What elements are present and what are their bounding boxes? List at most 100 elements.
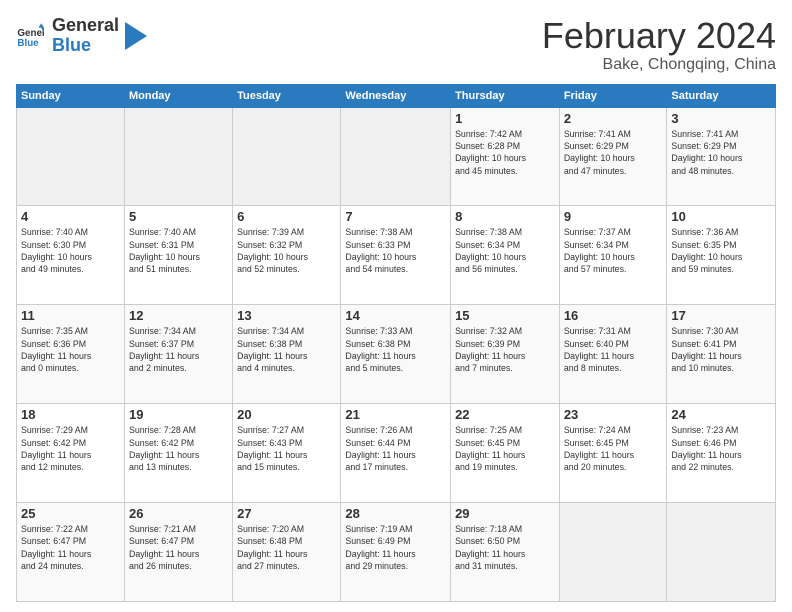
sub-title: Bake, Chongqing, China bbox=[542, 56, 776, 74]
day-info: Sunrise: 7:29 AMSunset: 6:42 PMDaylight:… bbox=[21, 424, 120, 473]
header-tuesday: Tuesday bbox=[233, 84, 341, 107]
day-info: Sunrise: 7:37 AMSunset: 6:34 PMDaylight:… bbox=[564, 226, 663, 275]
day-info: Sunrise: 7:38 AMSunset: 6:33 PMDaylight:… bbox=[345, 226, 446, 275]
day-info: Sunrise: 7:36 AMSunset: 6:35 PMDaylight:… bbox=[671, 226, 771, 275]
day-number: 17 bbox=[671, 308, 771, 323]
calendar-cell: 22Sunrise: 7:25 AMSunset: 6:45 PMDayligh… bbox=[451, 404, 560, 503]
day-info: Sunrise: 7:23 AMSunset: 6:46 PMDaylight:… bbox=[671, 424, 771, 473]
calendar-cell: 21 Sunrise: 7:26 AMSunset: 6:44 PMDayligh… bbox=[341, 404, 451, 503]
day-info: Sunrise: 7:34 AMSunset: 6:38 PMDaylight:… bbox=[237, 325, 336, 374]
day-info: Sunrise: 7:34 AMSunset: 6:37 PMDaylight:… bbox=[129, 325, 228, 374]
calendar-cell bbox=[559, 503, 667, 602]
page-header: General Blue General Blue February 2024 … bbox=[16, 16, 776, 74]
title-block: February 2024 Bake, Chongqing, China bbox=[542, 16, 776, 74]
day-info: Sunrise: 7:26 AMSunset: 6:44 PMDaylight:… bbox=[345, 424, 446, 473]
header-wednesday: Wednesday bbox=[341, 84, 451, 107]
calendar-cell: 9 Sunrise: 7:37 AMSunset: 6:34 PMDaylight… bbox=[559, 206, 667, 305]
calendar-cell: 11 Sunrise: 7:35 AMSunset: 6:36 PMDayligh… bbox=[17, 305, 125, 404]
day-info: Sunrise: 7:40 AMSunset: 6:30 PMDaylight:… bbox=[21, 226, 120, 275]
day-number: 10 bbox=[671, 209, 771, 224]
calendar-cell: 15 Sunrise: 7:32 AMSunset: 6:39 PMDayligh… bbox=[451, 305, 560, 404]
header-saturday: Saturday bbox=[667, 84, 776, 107]
calendar-cell: 14Sunrise: 7:33 AMSunset: 6:38 PMDayligh… bbox=[341, 305, 451, 404]
calendar-cell: 4 Sunrise: 7:40 AMSunset: 6:30 PMDaylight… bbox=[17, 206, 125, 305]
day-info: Sunrise: 7:35 AMSunset: 6:36 PMDaylight:… bbox=[21, 325, 120, 374]
calendar-cell: 24Sunrise: 7:23 AMSunset: 6:46 PMDayligh… bbox=[667, 404, 776, 503]
svg-text:Blue: Blue bbox=[17, 38, 39, 49]
day-number: 25 bbox=[21, 506, 120, 521]
calendar-cell: 7 Sunrise: 7:38 AMSunset: 6:33 PMDaylight… bbox=[341, 206, 451, 305]
week-row-3: 18 Sunrise: 7:29 AMSunset: 6:42 PMDayligh… bbox=[17, 404, 776, 503]
day-number: 9 bbox=[564, 209, 663, 224]
header-friday: Friday bbox=[559, 84, 667, 107]
day-number: 27 bbox=[237, 506, 336, 521]
calendar-cell bbox=[341, 107, 451, 206]
day-number: 12 bbox=[129, 308, 228, 323]
day-number: 19 bbox=[129, 407, 228, 422]
day-number: 7 bbox=[345, 209, 446, 224]
calendar-cell: 10 Sunrise: 7:36 AMSunset: 6:35 PMDayligh… bbox=[667, 206, 776, 305]
calendar-cell: 6Sunrise: 7:39 AMSunset: 6:32 PMDaylight… bbox=[233, 206, 341, 305]
logo-arrow-icon bbox=[125, 22, 147, 50]
day-info: Sunrise: 7:41 AMSunset: 6:29 PMDaylight:… bbox=[671, 128, 771, 177]
calendar-cell: 3Sunrise: 7:41 AMSunset: 6:29 PMDaylight… bbox=[667, 107, 776, 206]
day-info: Sunrise: 7:20 AMSunset: 6:48 PMDaylight:… bbox=[237, 523, 336, 572]
day-number: 23 bbox=[564, 407, 663, 422]
week-row-1: 4 Sunrise: 7:40 AMSunset: 6:30 PMDaylight… bbox=[17, 206, 776, 305]
day-info: Sunrise: 7:32 AMSunset: 6:39 PMDaylight:… bbox=[455, 325, 555, 374]
calendar-cell: 26 Sunrise: 7:21 AMSunset: 6:47 PMDayligh… bbox=[124, 503, 232, 602]
calendar-cell: 5Sunrise: 7:40 AMSunset: 6:31 PMDaylight… bbox=[124, 206, 232, 305]
logo-general-text: General bbox=[52, 16, 119, 36]
day-info: Sunrise: 7:42 AMSunset: 6:28 PMDaylight:… bbox=[455, 128, 555, 177]
calendar-cell: 18 Sunrise: 7:29 AMSunset: 6:42 PMDayligh… bbox=[17, 404, 125, 503]
logo-blue-text: Blue bbox=[52, 36, 119, 56]
calendar-cell: 17 Sunrise: 7:30 AMSunset: 6:41 PMDayligh… bbox=[667, 305, 776, 404]
day-info: Sunrise: 7:19 AMSunset: 6:49 PMDaylight:… bbox=[345, 523, 446, 572]
day-info: Sunrise: 7:31 AMSunset: 6:40 PMDaylight:… bbox=[564, 325, 663, 374]
day-number: 29 bbox=[455, 506, 555, 521]
day-info: Sunrise: 7:40 AMSunset: 6:31 PMDaylight:… bbox=[129, 226, 228, 275]
week-row-0: 1 Sunrise: 7:42 AMSunset: 6:28 PMDaylight… bbox=[17, 107, 776, 206]
day-info: Sunrise: 7:18 AMSunset: 6:50 PMDaylight:… bbox=[455, 523, 555, 572]
day-number: 21 bbox=[345, 407, 446, 422]
logo: General Blue General Blue bbox=[16, 16, 147, 56]
calendar-cell: 1 Sunrise: 7:42 AMSunset: 6:28 PMDaylight… bbox=[451, 107, 560, 206]
header-sunday: Sunday bbox=[17, 84, 125, 107]
day-number: 2 bbox=[564, 111, 663, 126]
day-number: 28 bbox=[345, 506, 446, 521]
calendar-cell: 23 Sunrise: 7:24 AMSunset: 6:45 PMDayligh… bbox=[559, 404, 667, 503]
day-number: 20 bbox=[237, 407, 336, 422]
day-info: Sunrise: 7:21 AMSunset: 6:47 PMDaylight:… bbox=[129, 523, 228, 572]
day-info: Sunrise: 7:41 AMSunset: 6:29 PMDaylight:… bbox=[564, 128, 663, 177]
week-row-4: 25 Sunrise: 7:22 AMSunset: 6:47 PMDayligh… bbox=[17, 503, 776, 602]
day-number: 13 bbox=[237, 308, 336, 323]
day-info: Sunrise: 7:38 AMSunset: 6:34 PMDaylight:… bbox=[455, 226, 555, 275]
calendar-cell: 19 Sunrise: 7:28 AMSunset: 6:42 PMDayligh… bbox=[124, 404, 232, 503]
calendar-cell: 12 Sunrise: 7:34 AMSunset: 6:37 PMDayligh… bbox=[124, 305, 232, 404]
calendar-cell bbox=[17, 107, 125, 206]
day-number: 1 bbox=[455, 111, 555, 126]
calendar-cell: 2 Sunrise: 7:41 AMSunset: 6:29 PMDaylight… bbox=[559, 107, 667, 206]
day-number: 4 bbox=[21, 209, 120, 224]
day-number: 18 bbox=[21, 407, 120, 422]
day-info: Sunrise: 7:22 AMSunset: 6:47 PMDaylight:… bbox=[21, 523, 120, 572]
day-info: Sunrise: 7:30 AMSunset: 6:41 PMDaylight:… bbox=[671, 325, 771, 374]
calendar-cell: 20Sunrise: 7:27 AMSunset: 6:43 PMDayligh… bbox=[233, 404, 341, 503]
logo-icon: General Blue bbox=[16, 22, 44, 50]
calendar-cell bbox=[124, 107, 232, 206]
day-info: Sunrise: 7:28 AMSunset: 6:42 PMDaylight:… bbox=[129, 424, 228, 473]
calendar-cell: 8Sunrise: 7:38 AMSunset: 6:34 PMDaylight… bbox=[451, 206, 560, 305]
day-number: 22 bbox=[455, 407, 555, 422]
calendar-header: SundayMondayTuesdayWednesdayThursdayFrid… bbox=[17, 84, 776, 107]
day-number: 26 bbox=[129, 506, 228, 521]
day-number: 16 bbox=[564, 308, 663, 323]
day-number: 14 bbox=[345, 308, 446, 323]
header-thursday: Thursday bbox=[451, 84, 560, 107]
day-number: 15 bbox=[455, 308, 555, 323]
calendar-cell bbox=[233, 107, 341, 206]
day-number: 11 bbox=[21, 308, 120, 323]
calendar-table: SundayMondayTuesdayWednesdayThursdayFrid… bbox=[16, 84, 776, 602]
calendar-cell: 27 Sunrise: 7:20 AMSunset: 6:48 PMDayligh… bbox=[233, 503, 341, 602]
day-info: Sunrise: 7:24 AMSunset: 6:45 PMDaylight:… bbox=[564, 424, 663, 473]
calendar-cell: 25 Sunrise: 7:22 AMSunset: 6:47 PMDayligh… bbox=[17, 503, 125, 602]
